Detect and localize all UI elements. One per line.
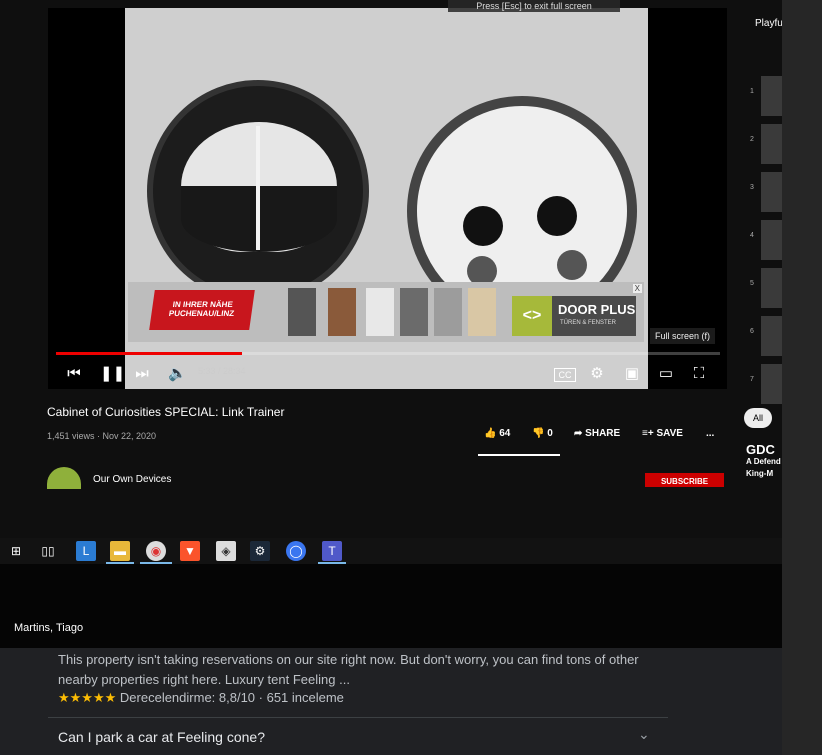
brave-icon[interactable]: ▼ [180,541,200,561]
task-view-icon[interactable]: ▯▯ [38,541,58,561]
playlist-item-thumbnail[interactable] [761,364,782,404]
save-playlist-icon: ≡+ [642,428,654,439]
app-box-icon[interactable]: ◈ [216,541,236,561]
like-ratio-bar [478,454,560,456]
ad-door-image [328,288,356,336]
playlist-item-number: 1 [750,88,754,95]
rating-row: ★★★★★ Derecelendirme: 8,8/10 · 651 incel… [58,690,344,706]
next-icon[interactable]: ⏭ [134,364,150,384]
faq-question[interactable]: Can I park a car at Feeling cone? [58,729,265,745]
window-edge [782,0,822,755]
left-gauge-needle [256,126,260,250]
miniplayer-icon[interactable]: ▣ [622,364,642,384]
video-meta: 1,451 views · Nov 22, 2020 [47,431,157,441]
ad-door-image [288,288,316,336]
thumbs-down-icon: 👎 [532,428,545,439]
windows-taskbar: ⊞ ▯▯ L ▬ ◉ ▼ ◈ ⚙ ◯ T [0,538,782,564]
playlist-item-number: 3 [750,184,754,191]
file-explorer-icon[interactable]: ▬ [110,541,130,561]
person-name: Martins, Tiago [14,622,84,634]
property-description: This property isn't taking reservations … [58,652,639,687]
teams-icon[interactable]: T [322,541,342,561]
steam-icon[interactable]: ⚙ [250,541,270,561]
playlist-item-number: 4 [750,232,754,239]
ad-brand-subtitle: TÜREN & FENSTER [560,320,617,326]
share-icon: ➦ [574,428,583,439]
like-count: 64 [499,428,511,439]
ad-brand-name: DOOR PLUS [558,302,636,317]
youtube-page: Press [Esc] to exit full screen IN IHRER… [0,0,783,538]
windows-icon[interactable]: ⊞ [6,541,26,561]
dislike-count: 0 [547,428,553,439]
star-rating-icon: ★★★★★ [58,690,117,705]
gdc-subtitle: A Defend King-M [746,457,781,478]
chevron-down-icon[interactable]: ⌄ [638,726,650,743]
left-gauge [147,80,369,302]
subscribe-button[interactable]: SUBSCRIBE [645,473,724,487]
previous-icon[interactable]: ⏮ [66,364,82,384]
ad-door-image [366,288,394,336]
playlist-title[interactable]: Playfu [755,18,783,29]
volume-icon[interactable]: 🔈 [168,364,187,384]
ad-location-badge: IN IHRER NÄHE PUCHENAU/LINZ [149,290,255,330]
playlist-item-thumbnail[interactable] [761,76,782,116]
overlay-ad[interactable]: IN IHRER NÄHE PUCHENAU/LINZ <> DOOR PLUS… [128,282,644,342]
notification-area [0,564,782,648]
divider [48,717,668,718]
player-controls: ⏮ ❚❚ ⏭ 🔈 5:33 / 28:34 CC ⚙ ▣ ▭ ⛶ [48,360,727,388]
progress-bar-played [56,352,242,355]
share-label: SHARE [585,428,621,439]
ad-close-button[interactable]: X [632,284,642,293]
captions-icon[interactable]: CC [554,368,576,382]
rating-text: Derecelendirme: 8,8/10 · 651 inceleme [119,690,344,705]
gdc-title: GDC [746,442,775,457]
playlist-item-number: 6 [750,328,754,335]
like-button[interactable]: 👍 64 [484,428,510,439]
dislike-button[interactable]: 👎 0 [532,428,553,439]
recommended-video-thumbnail[interactable]: GDC A Defend King-M [746,442,782,480]
thumbs-up-icon: 👍 [484,428,497,439]
ad-door-image [400,288,428,336]
ad-door-image [434,288,462,336]
playlist-item-number: 7 [750,376,754,383]
playlist-item-thumbnail[interactable] [761,268,782,308]
fullscreen-exit-icon[interactable]: ⛶ [690,364,708,384]
app-l-icon[interactable]: L [76,541,96,561]
time-display: 5:33 / 28:34 [198,366,246,376]
ad-door-image [468,288,496,336]
ad-brand-logo: <> DOOR PLUS TÜREN & FENSTER [512,296,636,336]
gauge-hole [463,206,503,246]
chip-all[interactable]: All [744,408,772,428]
chrome-icon[interactable]: ◉ [146,541,166,561]
playlist-item-number: 5 [750,280,754,287]
more-actions-button[interactable]: ... [706,428,714,439]
channel-name[interactable]: Our Own Devices [93,474,171,485]
gauge-knob [557,250,587,280]
playlist-item-thumbnail[interactable] [761,124,782,164]
share-button[interactable]: ➦ SHARE [574,428,620,439]
playlist-item-thumbnail[interactable] [761,220,782,260]
playlist-item-thumbnail[interactable] [761,172,782,212]
settings-gear-icon[interactable]: ⚙ [588,364,606,384]
theater-mode-icon[interactable]: ▭ [656,364,676,384]
fullscreen-tooltip: Full screen (f) [650,328,716,344]
pause-icon[interactable]: ❚❚ [100,364,125,384]
playlist-item-number: 2 [750,136,754,143]
progress-bar[interactable] [56,352,720,355]
channel-avatar[interactable] [47,467,81,489]
playlist-item-thumbnail[interactable] [761,316,782,356]
save-label: SAVE [656,428,683,439]
exit-fullscreen-hint: Press [Esc] to exit full screen [448,0,620,12]
save-button[interactable]: ≡+ SAVE [642,428,683,439]
signal-icon[interactable]: ◯ [286,541,306,561]
door-plus-logo-icon: <> [512,296,552,336]
gauge-hole [537,196,577,236]
video-title: Cabinet of Curiosities SPECIAL: Link Tra… [47,405,285,419]
